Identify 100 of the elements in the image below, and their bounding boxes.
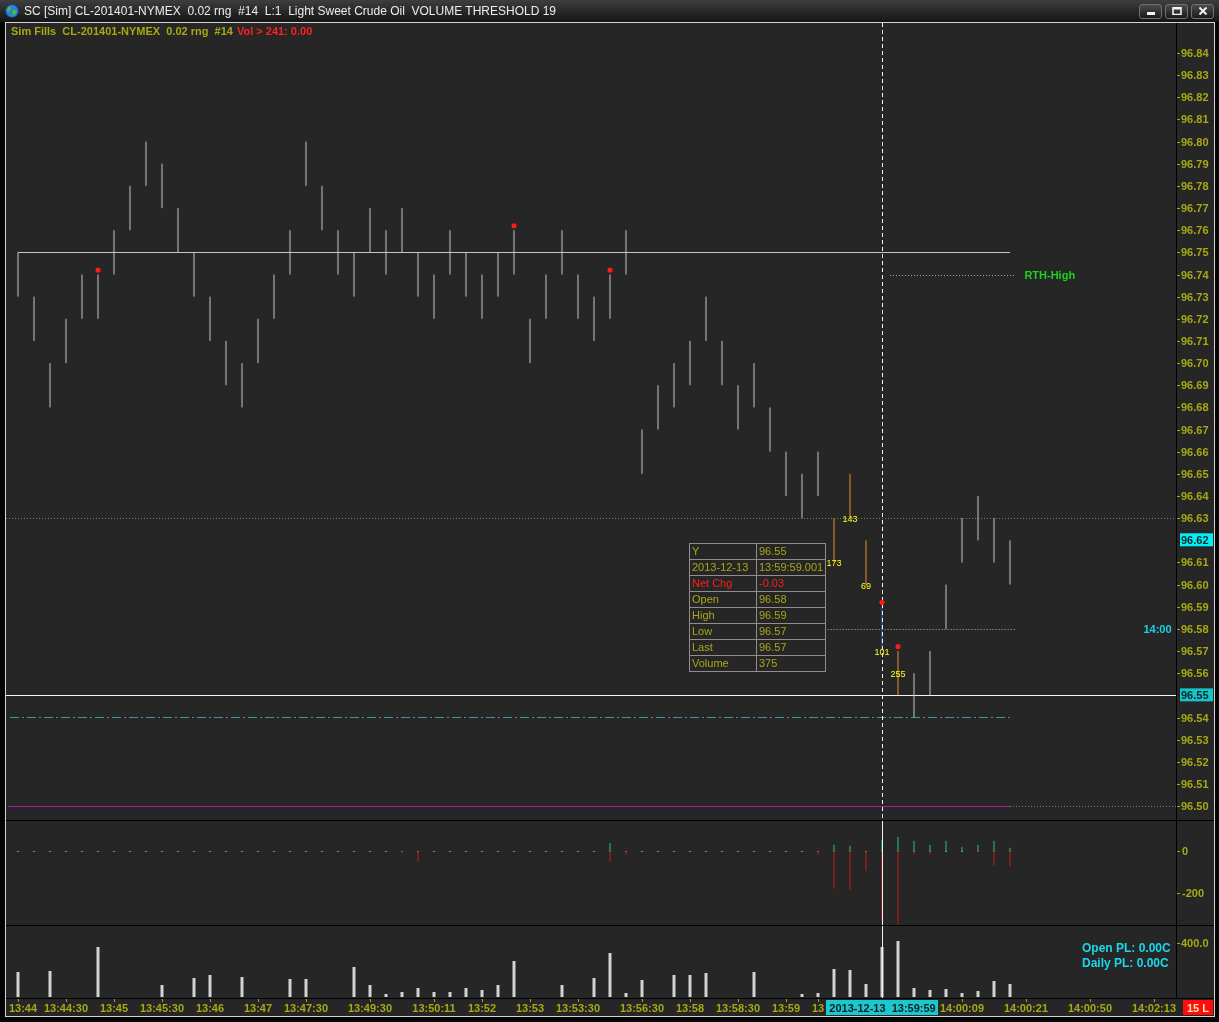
time-label: 13:58:30 [716, 1002, 760, 1014]
volume-bar [480, 990, 484, 997]
price-axis-label: 96.57 [1181, 645, 1209, 658]
data-label: Volume [689, 655, 757, 672]
price-axis-label: 96.68 [1181, 401, 1209, 414]
price-axis-label: 96.84 [1181, 47, 1209, 59]
volume-bar [432, 992, 436, 997]
volume-bar [608, 953, 612, 997]
pl-label: Open PL: 0.00C [1082, 941, 1171, 955]
volume-bar [560, 985, 564, 997]
price-axis-label: 96.52 [1181, 755, 1209, 768]
study-label: Vol > 241: 0.00 [236, 25, 313, 37]
data-label: Open [689, 591, 757, 608]
volume-label: 69 [861, 580, 871, 591]
time-label: 13:45:30 [140, 1002, 184, 1014]
volume-bar [1008, 984, 1012, 997]
volume-bar [592, 978, 596, 997]
price-axis-label: 96.77 [1181, 202, 1209, 215]
time-label: 13:47 [243, 1002, 273, 1014]
data-value: 96.57 [756, 639, 826, 656]
maximize-icon [1171, 7, 1182, 15]
price-axis-label: 96.67 [1181, 423, 1209, 436]
position-badge: 15 L [1183, 1000, 1213, 1015]
volume-bar [448, 992, 452, 997]
data-label: Y [689, 543, 757, 560]
dot-marker-icon [895, 644, 901, 650]
volume-bar [832, 969, 836, 997]
volume-label: 255 [890, 669, 906, 680]
price-axis-label: 96.73 [1181, 290, 1209, 303]
time-label: 13:53 [515, 1002, 545, 1014]
volume-bar [368, 985, 372, 997]
time-label: 13:45 [99, 1002, 129, 1014]
volume-bar [880, 947, 884, 997]
close-icon [1197, 7, 1208, 15]
volume-bar [944, 989, 948, 997]
dot-marker-icon [607, 267, 613, 273]
data-label: High [689, 607, 757, 624]
pl-label: Daily PL: 0.00C [1082, 956, 1169, 970]
data-label: Last [689, 639, 757, 656]
price-axis-label: 96.83 [1181, 69, 1209, 82]
data-label: Low [689, 623, 757, 640]
price-axis-label: 96.71 [1181, 334, 1209, 347]
volume-bar [304, 979, 308, 997]
chart-title: Sim Fills CL-201401-NYMEX 0.02 rng #14 [11, 25, 233, 37]
volume-bar [624, 993, 628, 997]
volume-axis-label: 400.0 [1181, 937, 1209, 949]
volume-bar [352, 967, 356, 997]
time-label: 13:56:30 [620, 1002, 664, 1014]
line-label: 14:00 [1143, 622, 1172, 635]
time-label: 13:49:30 [348, 1002, 392, 1014]
data-label: 2013-12-13 [689, 559, 757, 576]
minimize-button[interactable] [1139, 3, 1162, 19]
volume-bar [992, 981, 996, 997]
price-axis-label: 96.59 [1181, 600, 1209, 613]
price-axis-label: 96.72 [1181, 312, 1209, 325]
data-value: 96.55 [756, 543, 826, 560]
price-axis-label: 96.79 [1181, 157, 1209, 170]
time-label: 14:02:13 [1132, 1002, 1176, 1014]
price-axis-label: 96.82 [1181, 91, 1209, 104]
window-title: SC [Sim] CL-201401-NYMEX 0.02 rng #14 L:1 Light Sweet Crude Oil VOLUME THRESHOLD 19 [24, 4, 556, 18]
price-axis-label: 96.74 [1181, 268, 1209, 281]
volume-bar [976, 991, 980, 997]
data-label: Net Chg [689, 575, 757, 592]
data-value: 96.58 [756, 591, 826, 608]
close-button[interactable] [1191, 3, 1214, 19]
globe-icon [5, 4, 19, 18]
price-axis-label: 96.66 [1181, 445, 1209, 458]
data-value: 96.57 [756, 623, 826, 640]
price-axis-label: 96.76 [1181, 224, 1209, 237]
time-label: 13:59 [771, 1002, 801, 1014]
price-axis-label: 96.65 [1181, 467, 1209, 480]
time-label: 13 [811, 1002, 825, 1014]
time-label: 13:58 [675, 1002, 705, 1014]
volume-bar [752, 972, 756, 997]
dot-marker-icon [511, 223, 517, 229]
maximize-button[interactable] [1165, 3, 1188, 19]
time-label: 13:50:11 [412, 1002, 456, 1014]
volume-bar [288, 979, 292, 997]
volume-bar [464, 988, 468, 997]
time-label: 14:00:21 [1004, 1002, 1048, 1014]
price-axis-label: 96.69 [1181, 379, 1209, 392]
time-label: 14:00:50 [1068, 1002, 1112, 1014]
price-axis-label: 96.50 [1181, 800, 1209, 813]
volume-bar [48, 971, 52, 997]
price-axis-label: 96.81 [1181, 113, 1209, 126]
volume-bar [800, 994, 804, 997]
time-label: 13:47:30 [284, 1002, 328, 1014]
data-value: 96.59 [756, 607, 826, 624]
time-label: 13:52 [467, 1002, 497, 1014]
data-value: 13:59:59.001 [756, 559, 826, 576]
price-axis-label: 96.78 [1181, 179, 1209, 192]
delta-axis-label: -200 [1182, 887, 1205, 899]
volume-bar [96, 947, 100, 997]
data-value: 375 [756, 655, 826, 672]
dot-marker-icon [879, 599, 885, 605]
price-axis-label: 96.53 [1181, 733, 1209, 746]
volume-bar [688, 975, 692, 997]
price-axis-label: 96.75 [1181, 246, 1209, 259]
time-label: 13:44:30 [44, 1002, 88, 1014]
volume-bar [960, 993, 964, 997]
